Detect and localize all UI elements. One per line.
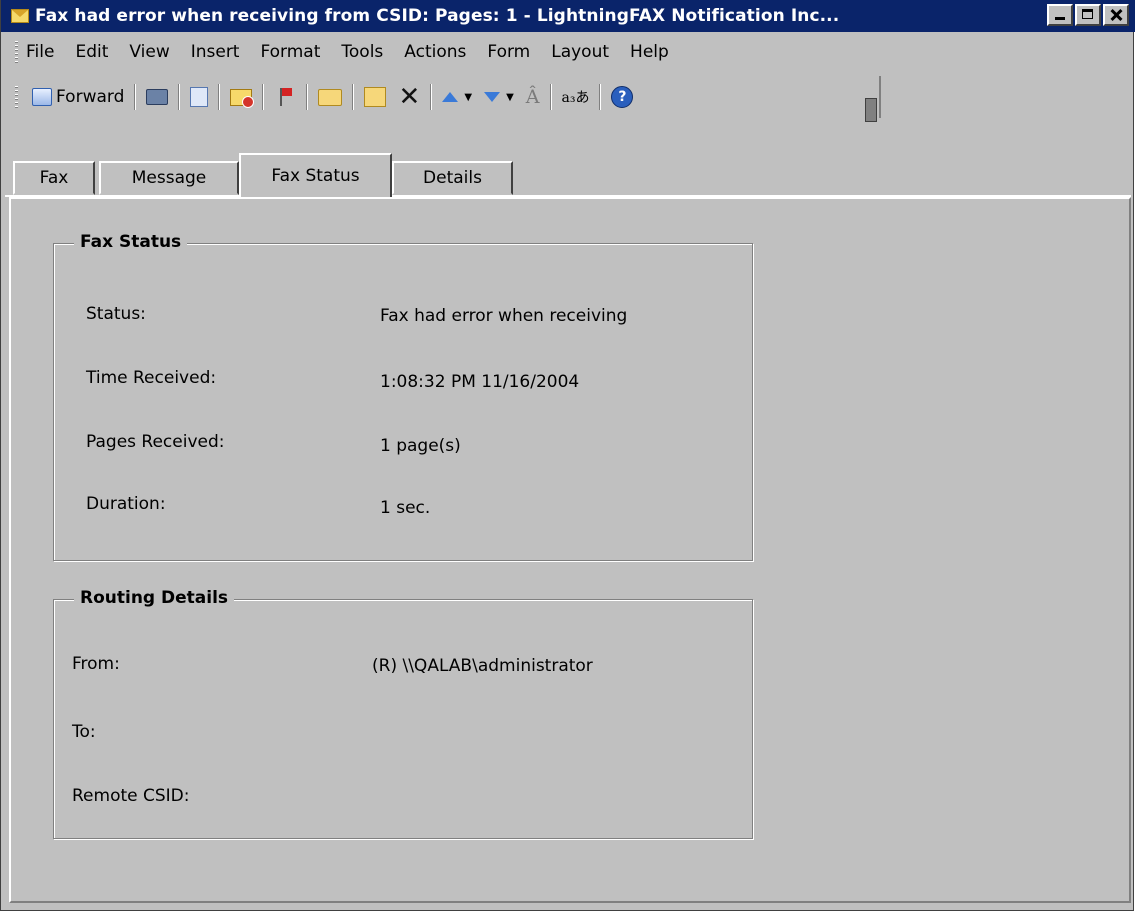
- menu-view[interactable]: View: [129, 42, 169, 62]
- toolbar-separator: [352, 84, 355, 110]
- print-button[interactable]: [146, 89, 169, 105]
- folder-icon: [318, 88, 343, 106]
- toolbar-separator: [218, 84, 221, 110]
- menu-format[interactable]: Format: [260, 42, 320, 62]
- font-size-button[interactable]: Â: [526, 86, 540, 108]
- tab-content-panel: Fax Status Status: Fax had error when re…: [9, 197, 1131, 903]
- forward-icon: [32, 88, 52, 106]
- next-item-button[interactable]: ▼: [484, 92, 514, 103]
- menu-grip: [15, 41, 18, 63]
- encoding-button[interactable]: a₃あ: [562, 87, 590, 107]
- routing-details-group: Routing Details From: (R) \\QALAB\admini…: [53, 588, 753, 839]
- menu-form[interactable]: Form: [487, 42, 530, 62]
- delete-icon: ✕: [398, 82, 421, 112]
- maximize-button[interactable]: [1075, 4, 1101, 26]
- duration-value: 1 sec.: [380, 498, 431, 518]
- up-arrow-icon: [442, 92, 459, 102]
- forward-label: Forward: [56, 87, 125, 107]
- menu-actions[interactable]: Actions: [404, 42, 466, 62]
- fax-window: Fax had error when receiving from CSID: …: [0, 0, 1135, 911]
- time-received-label: Time Received:: [86, 368, 217, 388]
- toolbar-separator: [306, 84, 309, 110]
- menu-bar: File Edit View Insert Format Tools Actio…: [1, 32, 1135, 72]
- pages-received-value: 1 page(s): [380, 436, 461, 456]
- standard-toolbar: Forward ✕ ▼ ▼ Â a₃あ ?: [1, 76, 881, 118]
- toolbar-separator: [262, 84, 265, 110]
- printer-icon: [146, 89, 169, 105]
- from-label: From:: [72, 654, 120, 674]
- tab-fax-status[interactable]: Fax Status: [239, 153, 392, 197]
- status-value: Fax had error when receiving: [380, 306, 628, 326]
- copy-button[interactable]: [190, 87, 209, 107]
- group-title: Fax Status: [74, 232, 188, 252]
- status-label: Status:: [86, 304, 146, 324]
- fax-status-group: Fax Status Status: Fax had error when re…: [53, 232, 753, 561]
- delete-button[interactable]: ✕: [398, 82, 421, 112]
- move-folder-button[interactable]: [318, 88, 343, 106]
- group-title: Routing Details: [74, 588, 235, 608]
- time-received-value: 1:08:32 PM 11/16/2004: [380, 372, 580, 392]
- toolbar-separator: [549, 84, 552, 110]
- mail-delete-icon: [230, 88, 255, 108]
- tab-details[interactable]: Details: [392, 161, 513, 195]
- help-button[interactable]: ?: [611, 86, 634, 108]
- font-size-icon: Â: [525, 86, 540, 108]
- title-bar[interactable]: Fax had error when receiving from CSID: …: [1, 0, 1135, 32]
- remote-csid-label: Remote CSID:: [72, 786, 190, 806]
- move-to-button[interactable]: [364, 87, 387, 107]
- menu-tools[interactable]: Tools: [341, 42, 383, 62]
- menu-layout[interactable]: Layout: [551, 42, 609, 62]
- menu-help[interactable]: Help: [630, 42, 669, 62]
- window-controls: [1047, 4, 1129, 26]
- dropdown-arrow-icon[interactable]: ▼: [506, 92, 514, 103]
- move-to-folder-icon: [364, 87, 387, 107]
- minimize-button[interactable]: [1047, 4, 1073, 26]
- toolbar-separator: [599, 84, 602, 110]
- tab-message[interactable]: Message: [99, 161, 239, 195]
- toolbar-separator: [134, 84, 137, 110]
- menu-edit[interactable]: Edit: [75, 42, 108, 62]
- to-label: To:: [72, 722, 96, 742]
- menu-insert[interactable]: Insert: [191, 42, 240, 62]
- dropdown-arrow-icon[interactable]: ▼: [464, 92, 472, 103]
- duration-label: Duration:: [86, 494, 166, 514]
- down-arrow-icon: [484, 92, 501, 102]
- pages-received-label: Pages Received:: [86, 432, 225, 452]
- flag-icon: [274, 86, 296, 108]
- help-icon: ?: [611, 86, 634, 108]
- toolbar-options-button[interactable]: [865, 98, 877, 122]
- encoding-icon: a₃あ: [561, 90, 590, 106]
- copy-icon: [190, 87, 209, 107]
- envelope-icon: [11, 9, 29, 23]
- previous-item-button[interactable]: ▼: [442, 92, 472, 103]
- mark-unread-button[interactable]: [230, 88, 255, 108]
- from-value: (R) \\QALAB\administrator: [372, 656, 593, 676]
- forward-button[interactable]: Forward: [32, 87, 124, 107]
- menu-file[interactable]: File: [26, 42, 54, 62]
- close-button[interactable]: [1103, 4, 1129, 26]
- flag-button[interactable]: [274, 86, 296, 108]
- toolbar-separator: [178, 84, 181, 110]
- toolbar-separator: [430, 84, 433, 110]
- toolbar-grip: [15, 86, 18, 108]
- tab-fax[interactable]: Fax: [13, 161, 95, 195]
- window-title: Fax had error when receiving from CSID: …: [35, 6, 840, 26]
